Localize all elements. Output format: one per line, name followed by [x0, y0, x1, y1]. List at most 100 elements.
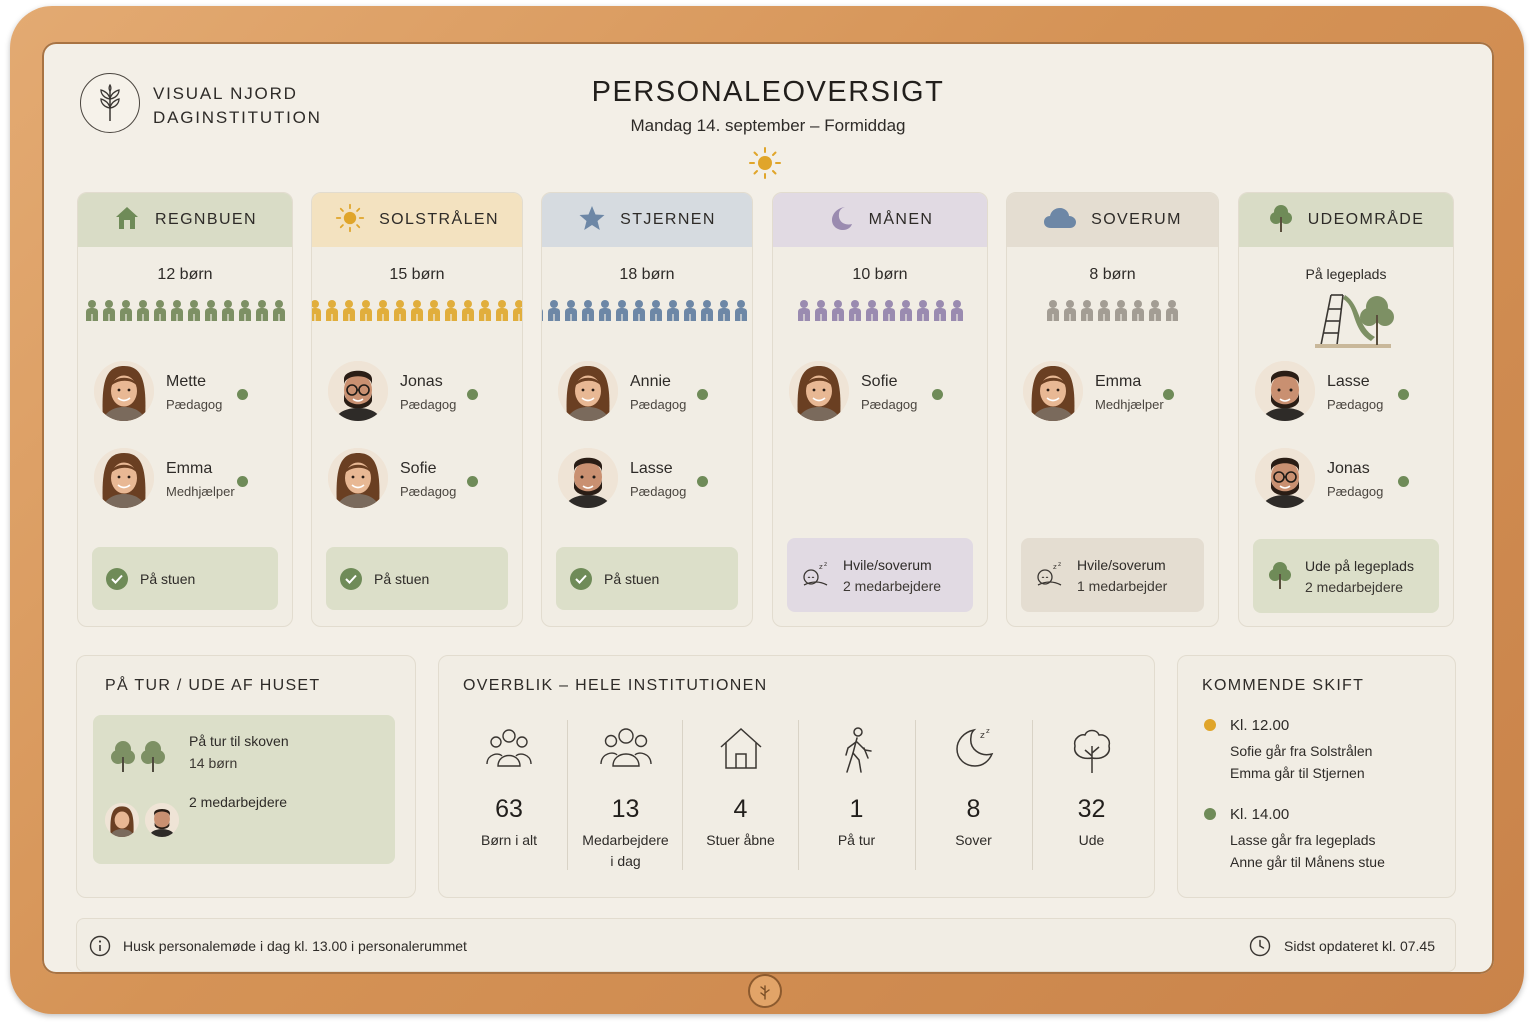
room-status: På stuen	[92, 547, 278, 610]
room-header: SOVERUM	[1007, 193, 1218, 247]
present-status-dot	[237, 389, 248, 400]
child-icon	[494, 299, 510, 321]
trip-card[interactable]: På tur til skoven 14 børn 2 medarbejdere	[93, 715, 395, 864]
staff-role: Medhjælper	[166, 484, 235, 499]
room-card[interactable]: STJERNEN 18 børn Annie Pædagog Lasse Pædagog P…	[541, 192, 753, 627]
room-name: REGNBUEN	[155, 211, 257, 228]
stat-label: Børn i alt	[451, 830, 567, 851]
staff-name: Sofie	[400, 460, 437, 477]
room-status: På stuen	[326, 547, 508, 610]
child-icon	[409, 299, 425, 321]
staff-member[interactable]: Annie Pædagog	[558, 361, 736, 423]
staff-member[interactable]: Lasse Pædagog	[1255, 361, 1437, 423]
clock-icon	[1249, 935, 1271, 962]
staff-group-icon	[568, 726, 683, 776]
staff-member[interactable]: Emma Medhjælper	[1023, 361, 1202, 423]
child-icon	[1079, 299, 1095, 321]
moon-outline-icon: zz	[916, 726, 1031, 776]
room-name: SOVERUM	[1091, 211, 1182, 228]
child-icon	[597, 299, 613, 321]
staff-member[interactable]: Emma Medhjælper	[94, 448, 276, 510]
room-card[interactable]: MÅNEN 10 børn Sofie Pædagog z z Hvile/soverum 2…	[772, 192, 988, 627]
present-status-dot	[237, 476, 248, 487]
child-icon	[864, 299, 880, 321]
staff-name: Lasse	[630, 460, 673, 477]
shift-change: Anne går til Månens stue	[1230, 854, 1385, 870]
child-icon	[169, 299, 185, 321]
staff-role: Pædagog	[400, 397, 457, 412]
child-icon	[1164, 299, 1180, 321]
avatar	[1023, 361, 1083, 421]
child-icon	[542, 299, 545, 321]
staff-member[interactable]: Lasse Pædagog	[558, 448, 736, 510]
shift-change: Lasse går fra legeplads	[1230, 832, 1376, 848]
stat-value: 13	[611, 795, 640, 823]
room-header: STJERNEN	[542, 193, 752, 247]
cloud-icon	[1043, 206, 1077, 235]
room-card[interactable]: REGNBUEN 12 børn Mette Pædagog Emma Medhjælpe…	[77, 192, 293, 627]
child-icon	[443, 299, 459, 321]
staff-member[interactable]: Jonas Pædagog	[328, 361, 506, 423]
overview-stat: 13 Medarbejdere i dag	[567, 720, 683, 870]
staff-role: Pædagog	[861, 397, 918, 412]
staff-member[interactable]: Sofie Pædagog	[789, 361, 971, 423]
children-icons	[542, 299, 752, 321]
room-header: REGNBUEN	[78, 193, 292, 247]
child-icon	[511, 299, 522, 321]
shift-dot	[1204, 719, 1216, 731]
stat-label-line-1: På tur	[837, 832, 876, 848]
child-icon	[220, 299, 236, 321]
child-icon	[271, 299, 287, 321]
avatar	[94, 448, 154, 508]
avatar	[105, 803, 139, 837]
child-icon	[699, 299, 715, 321]
stat-label: Sover	[916, 830, 1031, 851]
room-child-count: 8 børn	[1089, 266, 1136, 283]
trip-title: PÅ TUR / UDE AF HUSET	[105, 677, 321, 694]
avatar	[328, 448, 388, 508]
present-status-dot	[697, 476, 708, 487]
staff-member[interactable]: Mette Pædagog	[94, 361, 276, 423]
stat-label: Ude	[1033, 830, 1150, 851]
staff-member[interactable]: Sofie Pædagog	[328, 448, 506, 510]
room-card[interactable]: SOVERUM 8 børn Emma Medhjælper z z Hvile/sover…	[1006, 192, 1219, 627]
check-icon	[570, 567, 592, 590]
child-icon	[186, 299, 202, 321]
child-icon	[324, 299, 340, 321]
trip-staff: 2 medarbejdere	[189, 794, 288, 810]
child-icon	[631, 299, 647, 321]
stat-value: 8	[966, 795, 981, 823]
room-card[interactable]: UDEOMRÅDE På legeplads Lasse Pædagog Jonas Pæ…	[1238, 192, 1454, 627]
house-outline-icon	[683, 726, 798, 776]
room-status: Ude på legeplads 2 medarbejdere	[1253, 539, 1439, 613]
child-icon	[665, 299, 681, 321]
status-label: Hvile/soverum	[1077, 556, 1166, 573]
child-icon	[733, 299, 749, 321]
room-header: SOLSTRÅLEN	[312, 193, 522, 247]
room-child-count: 18 børn	[619, 266, 675, 283]
child-icon	[648, 299, 664, 321]
staff-name: Jonas	[400, 373, 443, 390]
child-icon	[118, 299, 134, 321]
last-updated: Sidst opdateret kl. 07.45	[1284, 938, 1435, 954]
shifts-title: KOMMENDE SKIFT	[1202, 677, 1365, 694]
staff-member[interactable]: Jonas Pædagog	[1255, 448, 1437, 510]
shifts-panel: KOMMENDE SKIFT Kl. 12.00 Sofie går fra So…	[1177, 655, 1456, 898]
status-label: Hvile/soverum	[843, 556, 932, 573]
room-card[interactable]: SOLSTRÅLEN 15 børn Jonas Pædagog Sofie Pædago…	[311, 192, 523, 627]
child-icon	[614, 299, 630, 321]
child-icon	[1113, 299, 1129, 321]
stat-label-line-1: Børn i alt	[480, 832, 537, 848]
staff-name: Mette	[166, 373, 207, 390]
staff-role: Pædagog	[166, 397, 223, 412]
staff-name: Jonas	[1327, 460, 1370, 477]
shift-change: Emma går til Stjernen	[1230, 765, 1365, 781]
trip-panel: PÅ TUR / UDE AF HUSET På tur til skoven …	[76, 655, 416, 898]
trip-destination: På tur til skoven	[189, 733, 289, 749]
stat-label-line-1: Medarbejdere	[582, 832, 669, 848]
room-header: UDEOMRÅDE	[1239, 193, 1453, 247]
child-icon	[580, 299, 596, 321]
present-status-dot	[467, 476, 478, 487]
stat-label-line-1: Stuer åbne	[706, 832, 775, 848]
avatar	[1255, 361, 1315, 421]
